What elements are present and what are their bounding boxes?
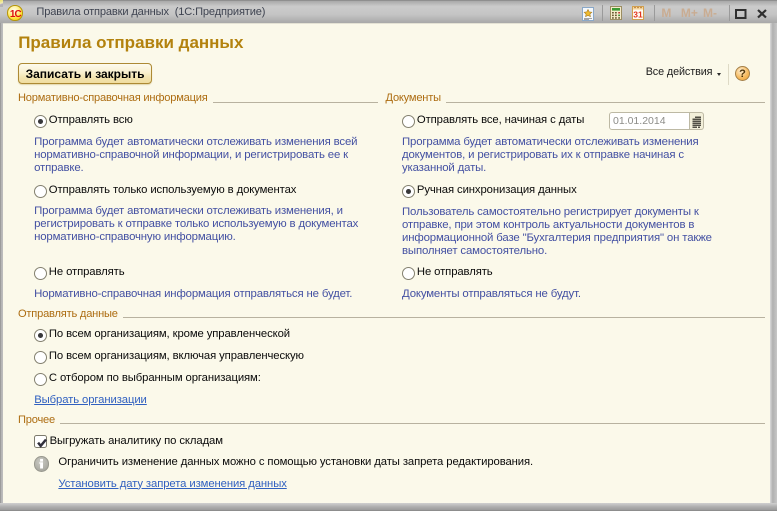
svg-text:31: 31	[633, 10, 643, 20]
